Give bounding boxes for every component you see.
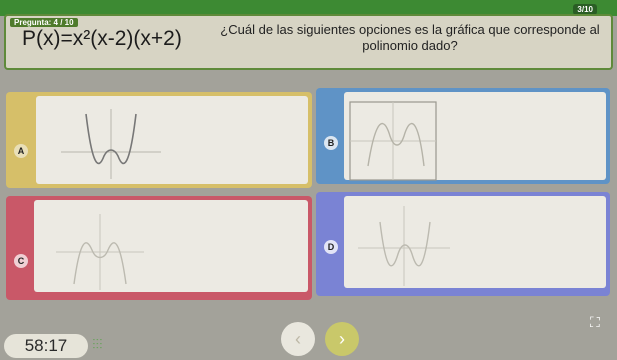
option-a-letter: A [14,144,28,158]
option-c-letter: C [14,254,28,268]
chevron-left-icon: ‹ [295,329,301,349]
chevron-right-icon: › [339,329,345,349]
option-a-graph [61,109,161,179]
option-b[interactable]: B [316,88,610,184]
option-b-graph [349,101,437,181]
option-d[interactable]: D [316,192,610,296]
timer: 58:17 [4,334,88,358]
option-a[interactable]: A [6,92,312,188]
fullscreen-icon[interactable]: ⛶ [590,314,600,331]
tools-icon[interactable]: ⫶⫶⫶ [92,336,103,353]
option-d-card[interactable] [344,196,606,288]
option-c[interactable]: C [6,196,312,300]
previous-button[interactable]: ‹ [281,322,315,356]
option-d-letter: D [324,240,338,254]
option-c-graph [56,214,144,290]
question-text: ¿Cuál de las siguientes opciones es la g… [220,22,600,53]
option-c-card[interactable] [34,200,308,292]
option-b-card[interactable] [344,92,606,181]
option-d-graph [358,206,450,286]
option-b-letter: B [324,136,338,150]
question-header: Pregunta: 4 / 10 P(x)=x²(x-2)(x+2) ¿Cuál… [4,14,613,70]
question-badge: Pregunta: 4 / 10 [10,18,78,27]
next-button[interactable]: › [325,322,359,356]
polynomial: P(x)=x²(x-2)(x+2) [22,27,182,50]
option-a-card[interactable] [36,96,308,184]
